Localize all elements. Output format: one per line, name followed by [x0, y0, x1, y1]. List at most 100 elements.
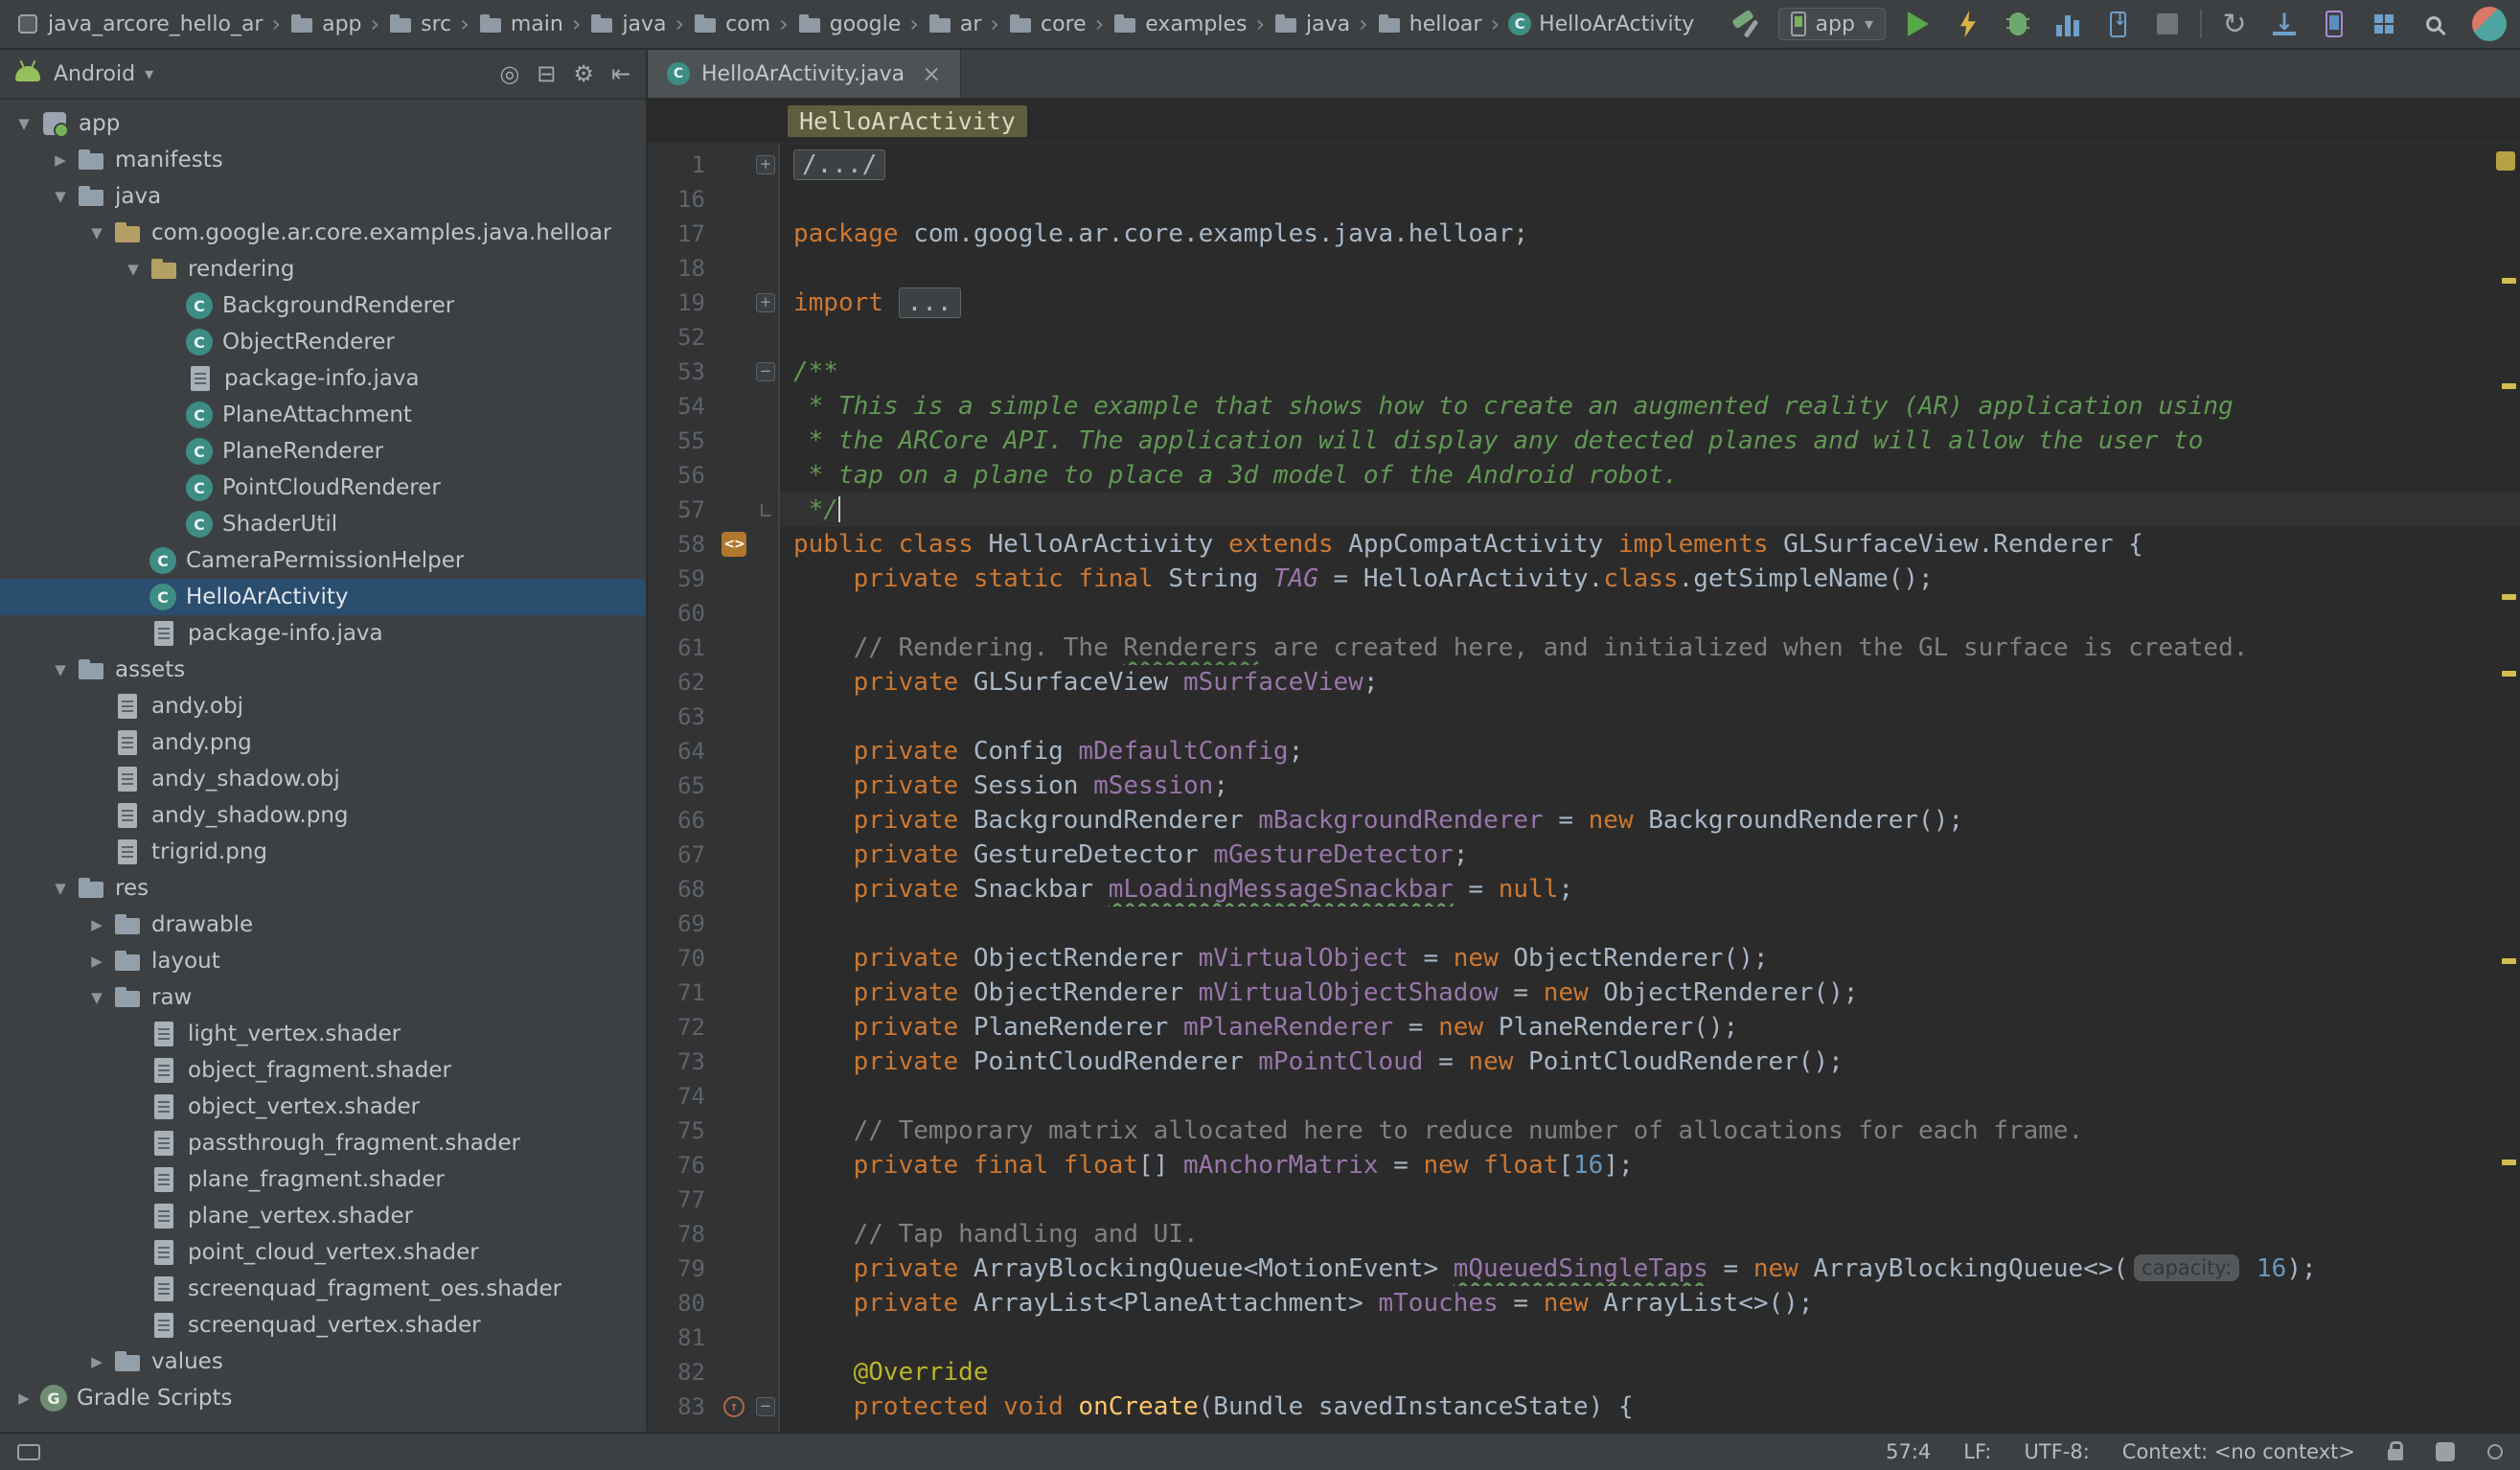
code-line-text[interactable]: private Session mSession;: [780, 769, 2520, 803]
warning-stripe[interactable]: [2502, 278, 2516, 284]
sdk-manager-icon[interactable]: ↓: [2267, 7, 2302, 41]
code-line-text[interactable]: /**: [780, 355, 2520, 389]
code-line-text[interactable]: private PlaneRenderer mPlaneRenderer = n…: [780, 1010, 2520, 1045]
tree-item[interactable]: package-info.java: [0, 360, 646, 397]
tree-item[interactable]: CHelloArActivity: [0, 579, 646, 615]
collapse-all-icon[interactable]: ⊟: [537, 60, 556, 87]
code-line-text[interactable]: import ...: [780, 286, 2520, 320]
code-line-text[interactable]: [780, 596, 2520, 631]
expand-arrow-icon[interactable]: ▶: [80, 1353, 113, 1370]
fold-marker[interactable]: +: [751, 148, 780, 182]
avatar-icon[interactable]: [2472, 7, 2507, 41]
tree-item[interactable]: CBackgroundRenderer: [0, 287, 646, 324]
code-line-text[interactable]: [780, 1079, 2520, 1114]
tree-item[interactable]: passthrough_fragment.shader: [0, 1125, 646, 1161]
locate-icon[interactable]: ◎: [499, 60, 519, 87]
path-item[interactable]: java: [587, 11, 668, 36]
tree-item[interactable]: ▼assets: [0, 652, 646, 688]
debug-button[interactable]: [2001, 7, 2035, 41]
project-view-selector[interactable]: Android ▾: [15, 62, 153, 86]
tree-item[interactable]: ▼com.google.ar.core.examples.java.helloa…: [0, 215, 646, 251]
expand-arrow-icon[interactable]: ▼: [44, 188, 77, 205]
tree-item[interactable]: ▶drawable: [0, 907, 646, 943]
code-line-text[interactable]: private ObjectRenderer mVirtualObject = …: [780, 941, 2520, 976]
code-line-text[interactable]: private Config mDefaultConfig;: [780, 734, 2520, 769]
tree-item[interactable]: ▶values: [0, 1344, 646, 1380]
tree-item[interactable]: andy_shadow.png: [0, 797, 646, 834]
code-line-text[interactable]: private BackgroundRenderer mBackgroundRe…: [780, 803, 2520, 838]
tree-item[interactable]: plane_vertex.shader: [0, 1198, 646, 1234]
tree-item[interactable]: plane_fragment.shader: [0, 1161, 646, 1198]
code-line-text[interactable]: private PointCloudRenderer mPointCloud =…: [780, 1045, 2520, 1079]
expand-arrow-icon[interactable]: ▼: [80, 224, 113, 241]
run-config-selector[interactable]: app ▾: [1778, 8, 1886, 40]
warning-stripe[interactable]: [2502, 671, 2516, 677]
code-line-text[interactable]: private ArrayList<PlaneAttachment> mTouc…: [780, 1286, 2520, 1321]
file-encoding[interactable]: UTF-8:: [2025, 1440, 2090, 1463]
code-line-text[interactable]: [780, 700, 2520, 734]
tree-item[interactable]: andy_shadow.obj: [0, 761, 646, 797]
code-line-text[interactable]: public class HelloArActivity extends App…: [780, 527, 2520, 562]
tree-item[interactable]: ▼java: [0, 178, 646, 215]
fold-marker[interactable]: −: [751, 1390, 780, 1424]
caret-position[interactable]: 57:4: [1886, 1440, 1931, 1463]
tree-item[interactable]: ▼res: [0, 870, 646, 907]
code-line-text[interactable]: private GestureDetector mGestureDetector…: [780, 838, 2520, 872]
expand-arrow-icon[interactable]: ▼: [8, 115, 40, 132]
path-item[interactable]: com: [691, 11, 772, 36]
tree-item[interactable]: screenquad_vertex.shader: [0, 1307, 646, 1344]
path-item[interactable]: examples: [1111, 11, 1249, 36]
code-line-text[interactable]: [780, 907, 2520, 941]
build-hammer-icon[interactable]: [1729, 7, 1763, 41]
breadcrumb-class-chip[interactable]: HelloArActivity: [788, 105, 1027, 137]
code-line-text[interactable]: /.../: [780, 148, 2520, 182]
path-item[interactable]: src: [386, 11, 453, 36]
code-line-text[interactable]: private final float[] mAnchorMatrix = ne…: [780, 1148, 2520, 1183]
warning-stripe[interactable]: [2502, 1160, 2516, 1165]
expand-arrow-icon[interactable]: ▶: [80, 916, 113, 933]
settings-gear-icon[interactable]: ⚙: [573, 60, 594, 87]
tree-item[interactable]: CPlaneAttachment: [0, 397, 646, 433]
code-line-text[interactable]: [780, 251, 2520, 286]
code-line-text[interactable]: [780, 1183, 2520, 1217]
code-line-text[interactable]: [780, 1321, 2520, 1355]
path-item[interactable]: google: [795, 11, 904, 36]
code-line-text[interactable]: private static final String TAG = HelloA…: [780, 562, 2520, 596]
warning-stripe[interactable]: [2502, 958, 2516, 964]
expand-arrow-icon[interactable]: ▼: [117, 261, 149, 278]
tree-item[interactable]: ▼raw: [0, 979, 646, 1016]
tree-item[interactable]: CShaderUtil: [0, 506, 646, 542]
code-line-text[interactable]: private ArrayBlockingQueue<MotionEvent> …: [780, 1252, 2520, 1286]
path-item[interactable]: CHelloArActivity: [1506, 12, 1696, 36]
tree-item[interactable]: trigrid.png: [0, 834, 646, 870]
code-line-text[interactable]: // Tap handling and UI.: [780, 1217, 2520, 1252]
code-area[interactable]: 1+/.../1617package com.google.ar.core.ex…: [648, 144, 2520, 1432]
tree-item[interactable]: object_fragment.shader: [0, 1052, 646, 1089]
tree-item[interactable]: andy.png: [0, 724, 646, 761]
path-item[interactable]: main: [476, 11, 565, 36]
search-icon[interactable]: [2417, 7, 2451, 41]
overriding-method-gutter-icon[interactable]: ↑: [717, 1390, 751, 1424]
tree-item[interactable]: CCameraPermissionHelper: [0, 542, 646, 579]
fold-marker[interactable]: [751, 493, 780, 527]
tree-item[interactable]: package-info.java: [0, 615, 646, 652]
event-log-icon[interactable]: [2487, 1444, 2503, 1459]
tree-item[interactable]: andy.obj: [0, 688, 646, 724]
path-item[interactable]: ar: [926, 11, 984, 36]
code-line-text[interactable]: // Temporary matrix allocated here to re…: [780, 1114, 2520, 1148]
gradle-sync-icon[interactable]: ↻: [2217, 7, 2252, 41]
tree-item[interactable]: point_cloud_vertex.shader: [0, 1234, 646, 1271]
code-line-text[interactable]: [780, 182, 2520, 217]
code-line-text[interactable]: [780, 320, 2520, 355]
profiler-button[interactable]: [2050, 7, 2085, 41]
fold-marker[interactable]: +: [751, 286, 780, 320]
tree-item[interactable]: CObjectRenderer: [0, 324, 646, 360]
tree-item[interactable]: CPlaneRenderer: [0, 433, 646, 470]
inspections-icon[interactable]: [2436, 1442, 2455, 1461]
expand-arrow-icon[interactable]: ▼: [44, 880, 77, 897]
code-line-text[interactable]: private Snackbar mLoadingMessageSnackbar…: [780, 872, 2520, 907]
lock-icon[interactable]: [2388, 1449, 2403, 1460]
tree-item[interactable]: CPointCloudRenderer: [0, 470, 646, 506]
instant-run-button[interactable]: [1951, 7, 1985, 41]
code-line-text[interactable]: protected void onCreate(Bundle savedInst…: [780, 1390, 2520, 1424]
